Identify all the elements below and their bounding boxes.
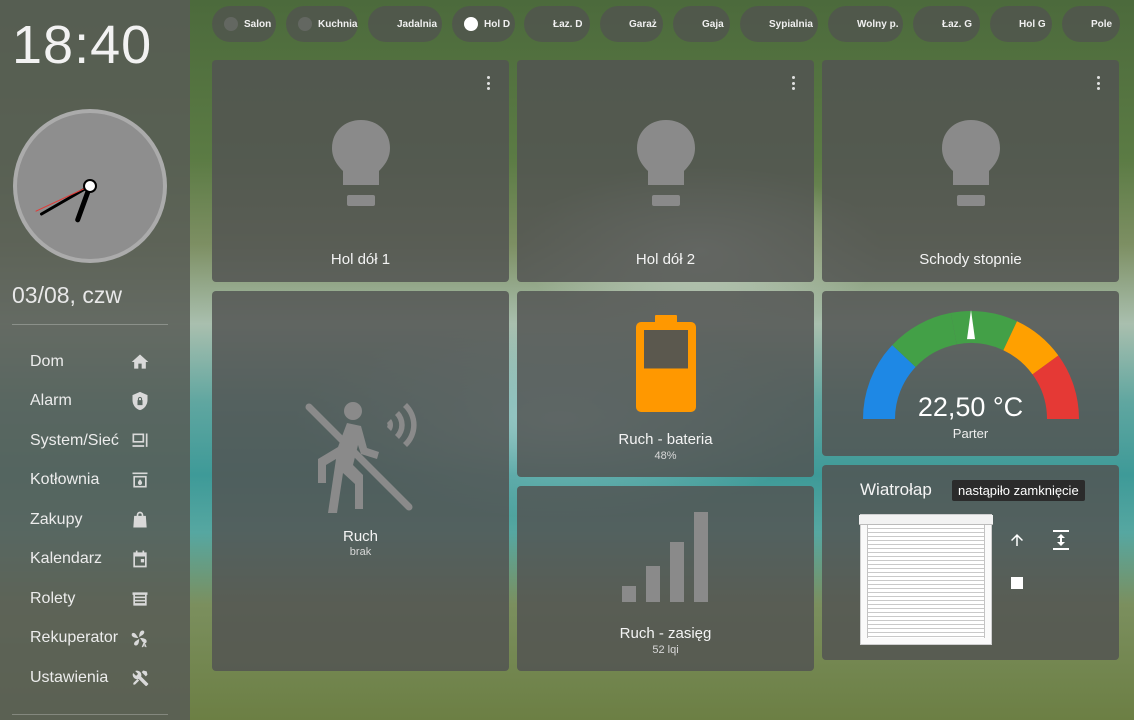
sidebar-divider: [12, 324, 168, 325]
shield-lock-icon: [132, 392, 148, 411]
battery-card[interactable]: Ruch - bateria 48%: [517, 291, 814, 477]
sidebar-item-zakupy[interactable]: Zakupy: [0, 500, 190, 540]
sidebar-item-alarm[interactable]: Alarm: [0, 382, 190, 422]
more-menu-icon[interactable]: [1097, 76, 1101, 92]
lightbulb-icon: [941, 120, 1000, 206]
room-chip-label: Łaz. G: [942, 18, 973, 30]
room-chip-laz-d[interactable]: Łaz. D: [524, 6, 590, 42]
room-chip-label: Gaja: [702, 18, 724, 30]
motion-sensor-state: brak: [349, 546, 372, 558]
room-chip-label: Jadalnia: [397, 18, 438, 30]
signal-card[interactable]: Ruch - zasięg 52 lqi: [517, 486, 814, 671]
tools-icon: [132, 670, 149, 686]
battery-name: Ruch - bateria: [618, 431, 713, 448]
light-name: Schody stopnie: [919, 251, 1022, 268]
signal-value: 52 lqi: [652, 644, 679, 656]
sidebar-item-label: Dom: [30, 352, 64, 370]
sidebar-divider: [12, 714, 168, 715]
sidebar-item-kotlownia[interactable]: Kotłownia: [0, 461, 190, 501]
room-chip-label: Sypialnia: [769, 18, 813, 30]
desktop-tower-icon: [132, 433, 148, 447]
room-chip-indicator: [464, 17, 478, 31]
room-chip-garaz[interactable]: Garaż: [600, 6, 663, 42]
room-chip-label: Salon: [244, 18, 272, 30]
cover-open-button[interactable]: [1006, 529, 1028, 551]
room-chip-laz-g[interactable]: Łaz. G: [913, 6, 980, 42]
lightbulb-icon: [331, 120, 390, 206]
water-boiler-icon: [132, 472, 148, 488]
sidebar-item-ustawienia[interactable]: Ustawienia: [0, 658, 190, 698]
sidebar-item-label: System/Sieć: [30, 431, 119, 449]
battery-value: 48%: [654, 450, 677, 462]
calendar-icon: [133, 550, 147, 568]
stop-icon: [1011, 577, 1023, 589]
sidebar-item-label: Rolety: [30, 589, 76, 607]
sidebar-item-dom[interactable]: Dom: [0, 342, 190, 382]
room-chip-label: Kuchnia: [318, 18, 358, 30]
room-chip-hol-g[interactable]: Hol G: [990, 6, 1052, 42]
light-name: Hol dół 2: [635, 251, 696, 268]
sidebar-item-label: Kotłownia: [30, 471, 100, 489]
sidebar-item-label: Ustawienia: [30, 668, 109, 686]
window-shutter-icon: [132, 592, 148, 606]
room-chip-salon[interactable]: Salon: [212, 6, 276, 42]
light-card-hol-dol-2[interactable]: Hol dół 2: [517, 60, 814, 282]
room-chip-label: Hol G: [1019, 18, 1046, 30]
room-chip-label: Wolny p.: [857, 18, 899, 30]
cover-card[interactable]: Wiatrołap nastąpiło zamknięcie: [822, 465, 1119, 660]
room-chip-jadalnia[interactable]: Jadalnia: [368, 6, 442, 42]
more-menu-icon[interactable]: [792, 76, 796, 92]
light-card-schody[interactable]: Schody stopnie: [822, 60, 1119, 282]
cover-position-button[interactable]: [1050, 529, 1072, 551]
room-chip-indicator: [224, 17, 238, 31]
sidebar-item-label: Zakupy: [30, 510, 83, 528]
sidebar-item-label: Kalendarz: [30, 550, 103, 568]
room-chip-gaja[interactable]: Gaja: [673, 6, 730, 42]
battery-icon: [635, 315, 696, 412]
sidebar-item-rolety[interactable]: Rolety: [0, 579, 190, 619]
room-chip-label: Garaż: [629, 18, 657, 30]
sidebar-item-label: Alarm: [30, 392, 72, 410]
sidebar-item-kalendarz[interactable]: Kalendarz: [0, 540, 190, 580]
digital-clock: 18:40: [12, 15, 153, 75]
room-chip-hol-d[interactable]: Hol D: [452, 6, 515, 42]
room-chip-wolny-p[interactable]: Wolny p.: [828, 6, 903, 42]
shopping-bag-icon: [133, 511, 147, 528]
room-chip-indicator: [298, 17, 312, 31]
set-position-icon: [1053, 530, 1069, 550]
cover-status-tooltip: nastąpiło zamknięcie: [952, 480, 1085, 501]
cover-stop-button[interactable]: [1006, 572, 1028, 594]
sidebar: 18:40 03/08, czw Dom Alarm System/Sieć K…: [0, 0, 190, 720]
sidebar-item-system[interactable]: System/Sieć: [0, 421, 190, 461]
room-chip-label: Pole: [1091, 18, 1113, 30]
motion-sensor-off-icon: [305, 402, 417, 513]
sidebar-nav: Dom Alarm System/Sieć Kotłownia Zakupy K…: [0, 342, 190, 698]
home-icon: [131, 354, 149, 369]
gauge-name: Parter: [952, 426, 989, 441]
light-name: Hol dół 1: [330, 251, 391, 268]
motion-sensor-card[interactable]: Ruch brak: [212, 291, 509, 671]
analog-clock: [13, 109, 167, 263]
window-shutter-image: [859, 514, 993, 645]
cover-name: Wiatrołap: [860, 480, 932, 499]
room-chip-label: Hol D: [484, 18, 511, 30]
sidebar-item-rekuperator[interactable]: Rekuperator: [0, 619, 190, 659]
signal-bars-icon: [621, 512, 708, 602]
motion-sensor-name: Ruch: [342, 528, 379, 545]
room-selector: Salon Kuchnia Jadalnia Hol D Łaz. D Gara…: [212, 6, 1122, 42]
room-chip-label: Łaz. D: [553, 18, 583, 30]
gauge-value: 22,50 °C: [917, 392, 1024, 422]
more-menu-icon[interactable]: [487, 76, 491, 92]
room-chip-pole[interactable]: Pole: [1062, 6, 1120, 42]
fan-auto-icon: [131, 630, 147, 648]
room-chip-sypialnia[interactable]: Sypialnia: [740, 6, 818, 42]
temperature-gauge-card[interactable]: 22,50 °C Parter: [822, 291, 1119, 456]
light-card-hol-dol-1[interactable]: Hol dół 1: [212, 60, 509, 282]
arrow-up-icon: [1011, 534, 1023, 546]
room-chip-kuchnia[interactable]: Kuchnia: [286, 6, 358, 42]
lightbulb-icon: [636, 120, 695, 206]
date-display: 03/08, czw: [12, 282, 122, 308]
sidebar-item-label: Rekuperator: [30, 629, 119, 647]
signal-name: Ruch - zasięg: [619, 625, 712, 642]
